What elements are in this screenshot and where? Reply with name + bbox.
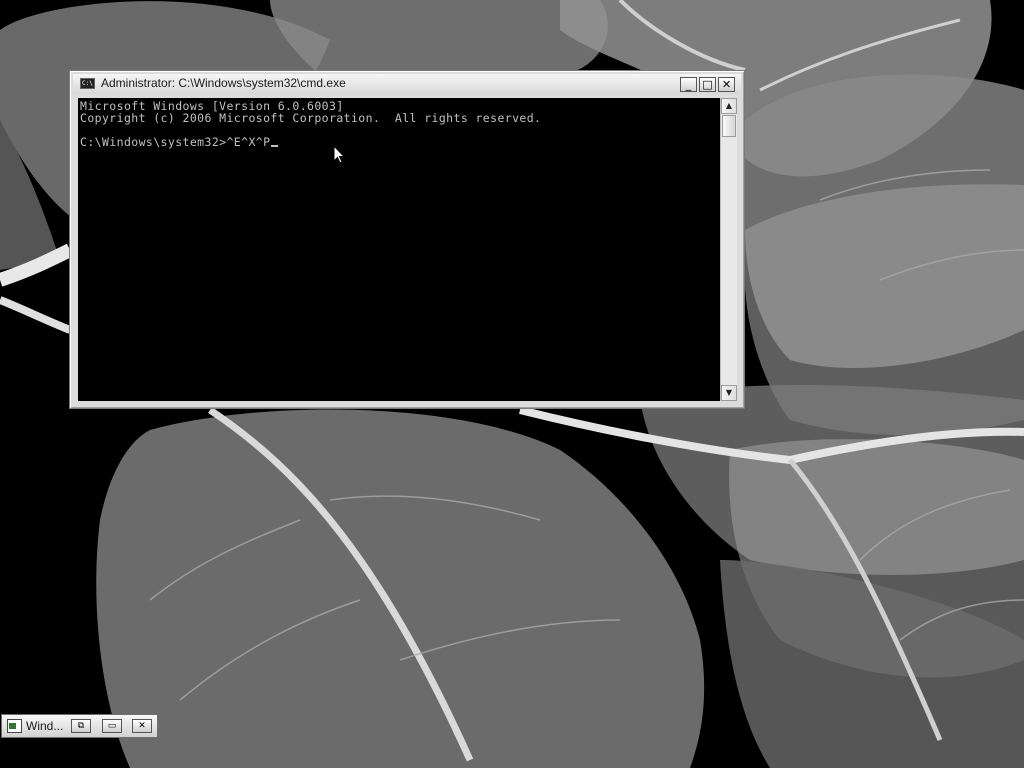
title-bar[interactable]: C:\ Administrator: C:\Windows\system32\c… bbox=[73, 74, 741, 94]
cmd-window[interactable]: C:\ Administrator: C:\Windows\system32\c… bbox=[69, 70, 745, 409]
minimized-window-title[interactable]: Wind... bbox=[26, 719, 63, 733]
desktop[interactable]: C:\ Administrator: C:\Windows\system32\c… bbox=[0, 0, 1024, 768]
mouse-pointer-icon bbox=[333, 145, 346, 164]
text-caret bbox=[271, 145, 279, 147]
maximize-button[interactable]: □ bbox=[699, 77, 716, 92]
window-icon bbox=[7, 719, 22, 733]
console-output[interactable]: Microsoft Windows [Version 6.0.6003] Cop… bbox=[78, 98, 720, 401]
window-title: Administrator: C:\Windows\system32\cmd.e… bbox=[101, 76, 346, 90]
minimized-window[interactable]: Wind... ⧉ ▭ ✕ bbox=[1, 714, 158, 738]
console-prompt-line[interactable]: C:\Windows\system32>^E^X^P bbox=[80, 135, 279, 149]
scroll-up-arrow-icon[interactable]: ▲ bbox=[721, 98, 737, 114]
restore-button[interactable]: ⧉ bbox=[71, 719, 91, 733]
console-prompt: C:\Windows\system32>^E^X^P bbox=[80, 135, 271, 149]
cmd-icon[interactable]: C:\ bbox=[80, 78, 95, 89]
maximize-button[interactable]: ▭ bbox=[102, 719, 122, 733]
scroll-thumb[interactable] bbox=[722, 115, 736, 137]
minimize-button[interactable]: _ bbox=[680, 77, 697, 92]
scroll-down-arrow-icon[interactable]: ▼ bbox=[721, 385, 737, 401]
console-line: Copyright (c) 2006 Microsoft Corporation… bbox=[80, 111, 542, 125]
vertical-scrollbar[interactable]: ▲ ▼ bbox=[720, 98, 737, 401]
close-button[interactable]: ✕ bbox=[132, 719, 152, 733]
close-button[interactable]: ✕ bbox=[718, 77, 735, 92]
